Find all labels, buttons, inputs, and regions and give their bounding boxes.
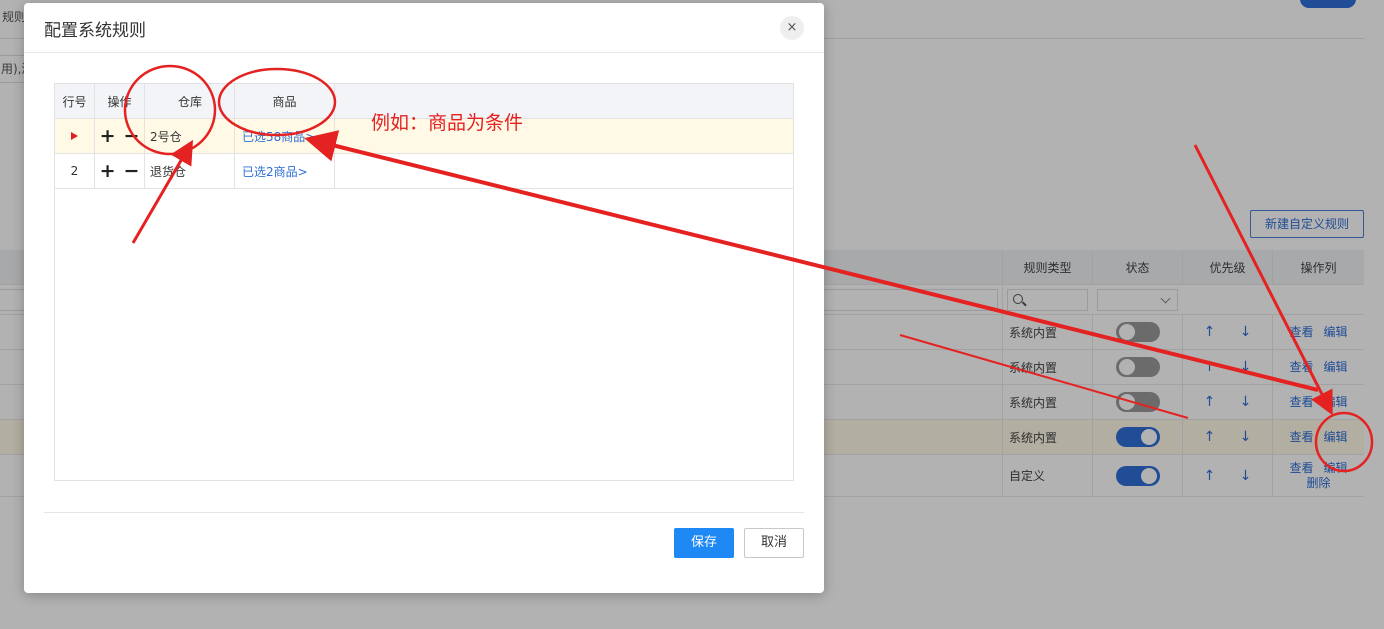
grid-header-row-no: 行号 bbox=[55, 84, 95, 118]
warehouse-cell[interactable]: 退货仓 bbox=[145, 154, 235, 188]
modal-footer-divider bbox=[44, 512, 804, 513]
config-rule-modal: 配置系统规则 × 行号 操作 仓库 商品 + − 2号仓 已选58商品> 2 +… bbox=[24, 3, 824, 593]
product-cell: 已选58商品> bbox=[235, 119, 335, 153]
selected-products-link[interactable]: 已选58商品> bbox=[242, 128, 315, 145]
save-button[interactable]: 保存 bbox=[674, 528, 734, 558]
grid-header-product: 商品 bbox=[235, 84, 335, 118]
warehouse-cell[interactable]: 2号仓 bbox=[145, 119, 235, 153]
close-icon: × bbox=[786, 20, 798, 35]
row-ops-cell: + − bbox=[95, 154, 145, 188]
remove-row-icon[interactable]: − bbox=[124, 126, 140, 146]
modal-title: 配置系统规则 bbox=[44, 21, 146, 41]
remove-row-icon[interactable]: − bbox=[124, 161, 140, 181]
modal-header: 配置系统规则 × bbox=[24, 3, 824, 53]
grid-header-warehouse: 仓库 bbox=[145, 84, 235, 118]
annotation-text: 例如：商品为条件 bbox=[371, 112, 524, 134]
product-cell: 已选2商品> bbox=[235, 154, 335, 188]
close-button[interactable]: × bbox=[780, 16, 804, 40]
add-row-icon[interactable]: + bbox=[100, 126, 116, 146]
selected-products-link[interactable]: 已选2商品> bbox=[242, 163, 308, 180]
rule-condition-grid: 行号 操作 仓库 商品 + − 2号仓 已选58商品> 2 + − 退货仓 已选… bbox=[54, 83, 794, 481]
row-number-cell: 2 bbox=[55, 154, 95, 188]
row-number-cell bbox=[55, 119, 95, 153]
current-row-marker-icon bbox=[71, 132, 78, 140]
grid-row[interactable]: 2 + − 退货仓 已选2商品> bbox=[55, 154, 793, 189]
grid-header-ops: 操作 bbox=[95, 84, 145, 118]
row-ops-cell: + − bbox=[95, 119, 145, 153]
add-row-icon[interactable]: + bbox=[100, 161, 116, 181]
cancel-button[interactable]: 取消 bbox=[744, 528, 804, 558]
